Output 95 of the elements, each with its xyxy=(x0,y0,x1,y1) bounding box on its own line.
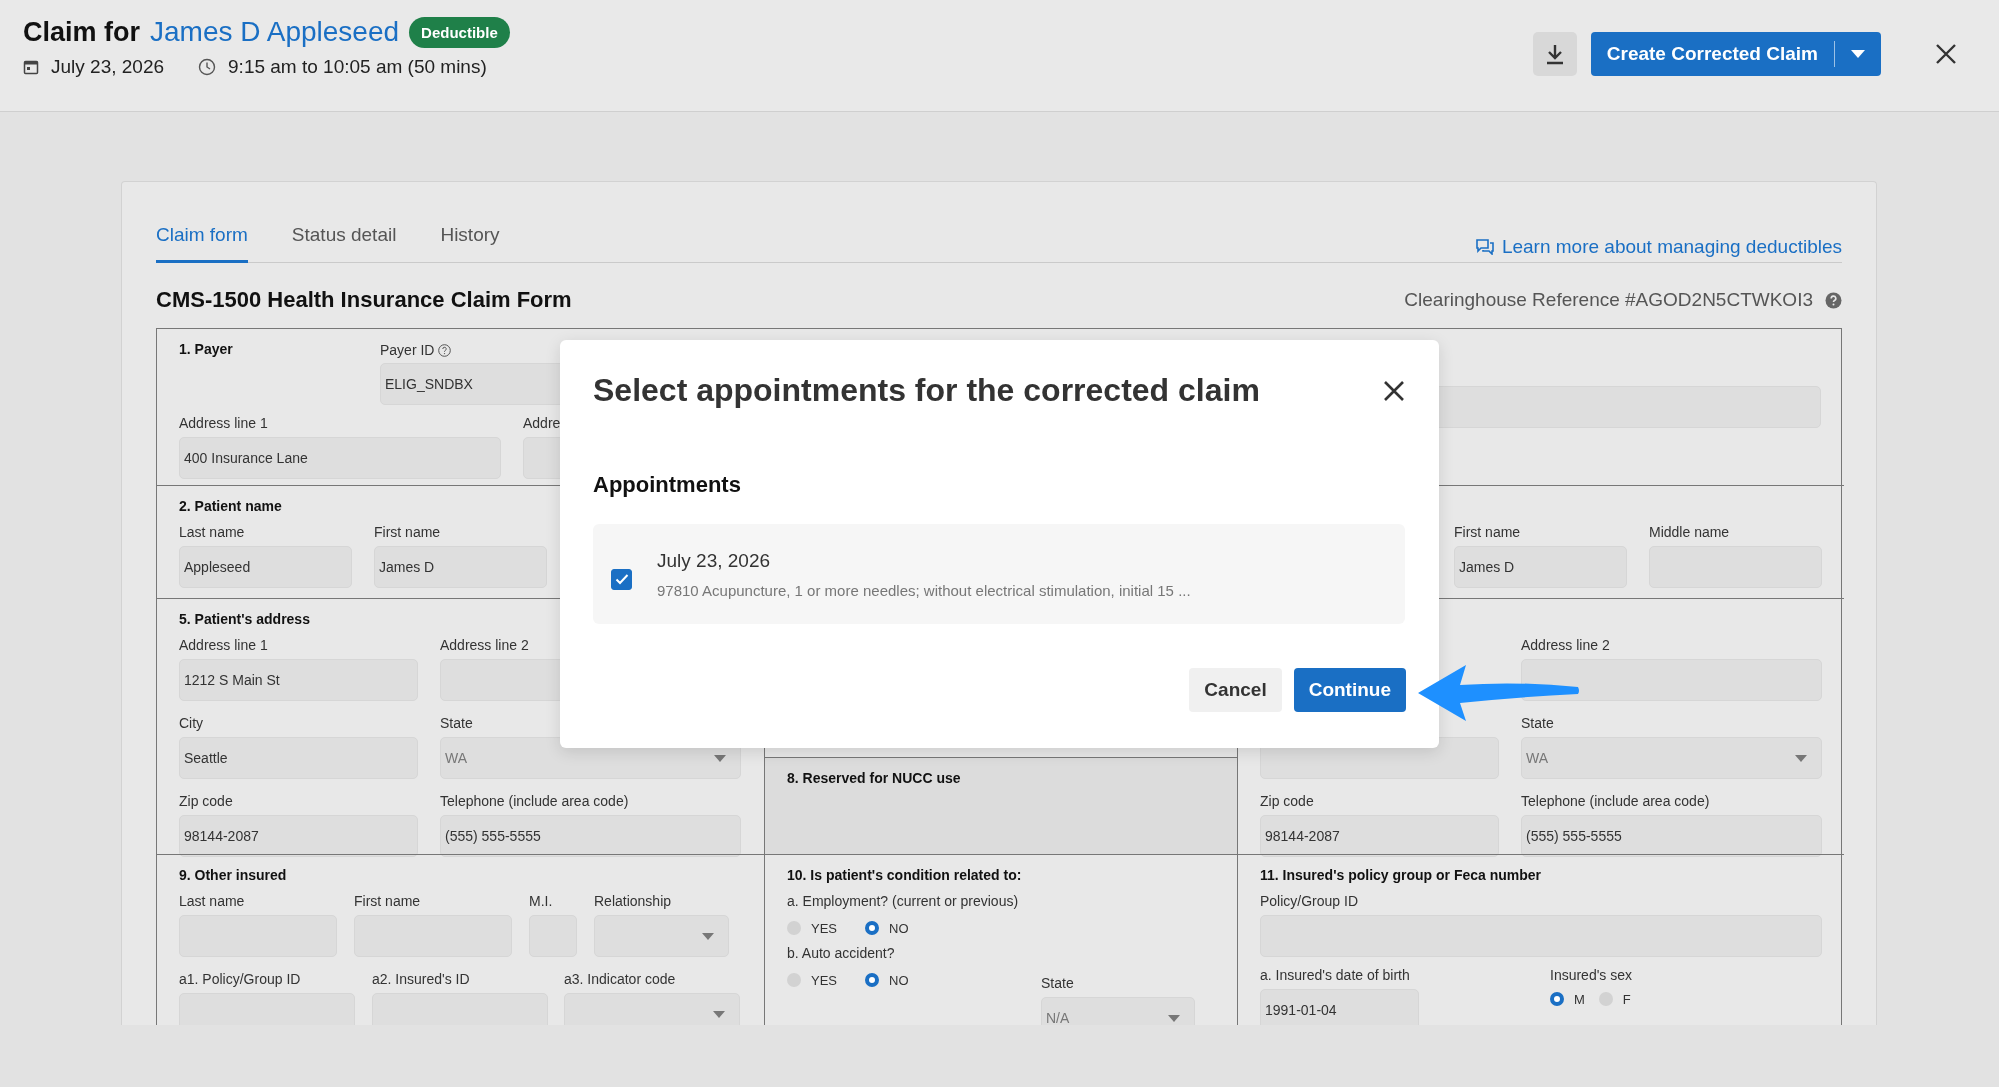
section-heading: 2. Patient name xyxy=(179,498,283,516)
field-label: Telephone (include area code) xyxy=(1521,793,1711,811)
section-heading: 11. Insured's policy group or Feca number xyxy=(1260,867,1543,885)
radio-button[interactable] xyxy=(1550,992,1564,1006)
appointment-item[interactable]: July 23, 2026 97810 Acupuncture, 1 or more needles; without electrical stimulation, initial 15 ... xyxy=(593,524,1405,624)
field-label: Last name xyxy=(179,893,246,911)
continue-button[interactable]: Continue xyxy=(1293,668,1406,712)
appointment-time: 9:15 am to 10:05 am (50 mins) xyxy=(228,56,487,78)
close-icon[interactable] xyxy=(1935,42,1957,65)
page-title: Claim for xyxy=(23,16,141,48)
radio-button[interactable] xyxy=(865,973,879,987)
tab[interactable]: History xyxy=(440,224,500,263)
radio-button[interactable] xyxy=(865,921,879,935)
input-field[interactable]: (555) 555-5555 xyxy=(440,815,741,857)
input-field[interactable]: James D xyxy=(374,546,547,588)
help-link[interactable]: Learn more about managing deductibles xyxy=(1475,236,1842,262)
tab[interactable]: Claim form xyxy=(156,224,248,263)
field-label: City xyxy=(179,715,205,733)
tab[interactable]: Status detail xyxy=(291,224,397,263)
download-button[interactable] xyxy=(1532,31,1577,76)
question-label: b. Auto accident? xyxy=(787,945,896,963)
caret-icon xyxy=(702,932,714,940)
field-label: Middle name xyxy=(1649,524,1731,542)
dropdown-field[interactable] xyxy=(564,993,740,1025)
radio-option[interactable]: YES xyxy=(787,972,837,988)
section-heading: 9. Other insured xyxy=(179,867,288,885)
section-heading: 8. Reserved for NUCC use xyxy=(787,770,962,788)
check-icon xyxy=(614,573,629,585)
field-label: State xyxy=(440,715,474,733)
caret-icon xyxy=(1795,754,1807,762)
field-label: Address line 2 xyxy=(440,637,530,655)
clock-icon xyxy=(198,58,217,76)
input-field[interactable]: 98144-2087 xyxy=(179,815,418,857)
field-label: M.I. xyxy=(529,893,554,911)
field-label: Addre xyxy=(523,415,562,433)
field-label: Address line 2 xyxy=(1521,637,1611,655)
field-label: First name xyxy=(1454,524,1522,542)
radio-option[interactable]: F xyxy=(1598,991,1631,1007)
caret-icon xyxy=(1851,49,1865,58)
appointment-description: 97810 Acupuncture, 1 or more needles; without electrical stimulation, initial 15 ... xyxy=(657,581,1191,599)
chat-icon xyxy=(1475,239,1494,255)
field-label: First name xyxy=(374,524,442,542)
appointment-date: July 23, 2026 xyxy=(51,56,165,78)
field-label: State xyxy=(1521,715,1555,733)
input-field[interactable] xyxy=(1521,659,1822,701)
patient-link[interactable]: James D Appleseed xyxy=(150,16,400,48)
input-field[interactable]: 1991-01-04 xyxy=(1260,989,1419,1025)
input-field[interactable]: Appleseed xyxy=(179,546,352,588)
create-corrected-claim-button[interactable]: Create Corrected Claim xyxy=(1590,31,1881,76)
field-label: a. Insured's date of birth xyxy=(1260,967,1411,985)
field-label: a1. Policy/Group ID xyxy=(179,971,302,989)
dropdown-field[interactable] xyxy=(594,915,729,957)
input-field[interactable]: 98144-2087 xyxy=(1260,815,1499,857)
caret-icon xyxy=(714,754,726,762)
field-label: Zip code xyxy=(1260,793,1315,811)
radio-option[interactable]: M xyxy=(1550,991,1585,1007)
field-label: a2. Insured's ID xyxy=(372,971,471,989)
field-label: Insured's sex xyxy=(1550,967,1633,985)
input-field[interactable]: Seattle xyxy=(179,737,418,779)
clearinghouse-reference: Clearinghouse Reference #AGOD2N5CTWKOI3 xyxy=(1404,289,1813,311)
radio-option[interactable]: YES xyxy=(787,920,837,936)
field-label: Policy/Group ID xyxy=(1260,893,1360,911)
input-field[interactable]: 400 Insurance Lane xyxy=(179,437,501,479)
field-label: Zip code xyxy=(179,793,234,811)
download-icon xyxy=(1544,42,1565,65)
input-field[interactable]: (555) 555-5555 xyxy=(1521,815,1822,857)
field-label: Payer ID xyxy=(380,342,435,358)
question-label: a. Employment? (current or previous) xyxy=(787,893,1020,911)
calendar-icon xyxy=(23,59,39,75)
form-title: CMS-1500 Health Insurance Claim Form xyxy=(156,287,572,313)
help-icon[interactable] xyxy=(438,343,452,357)
section-heading: 5. Patient's address xyxy=(179,611,311,629)
radio-option[interactable]: NO xyxy=(865,920,909,936)
field-label: Address line 1 xyxy=(179,415,269,433)
close-icon[interactable] xyxy=(1383,379,1405,402)
caret-icon xyxy=(713,1010,725,1018)
field-label: State xyxy=(1041,975,1075,993)
field-label: First name xyxy=(354,893,422,911)
field-label: Telephone (include area code) xyxy=(440,793,630,811)
cancel-button[interactable]: Cancel xyxy=(1189,668,1282,712)
section-title: Appointments xyxy=(593,472,742,498)
deductible-badge: Deductible xyxy=(409,16,510,48)
section-heading: 10. Is patient's condition related to: xyxy=(787,867,1023,885)
field-label: Last name xyxy=(179,524,246,542)
caret-icon xyxy=(1168,1014,1180,1022)
input-field[interactable]: James D xyxy=(1454,546,1627,588)
checkbox[interactable] xyxy=(611,568,632,590)
appointment-date: July 23, 2026 xyxy=(657,549,772,572)
help-icon[interactable] xyxy=(1825,291,1842,309)
section-heading: 1. Payer xyxy=(179,341,234,359)
field-label: Relationship xyxy=(594,893,673,911)
input-field[interactable]: 1212 S Main St xyxy=(179,659,418,701)
field-label: a3. Indicator code xyxy=(564,971,677,989)
radio-option[interactable]: NO xyxy=(865,972,909,988)
field-label: Address line 1 xyxy=(179,637,269,655)
